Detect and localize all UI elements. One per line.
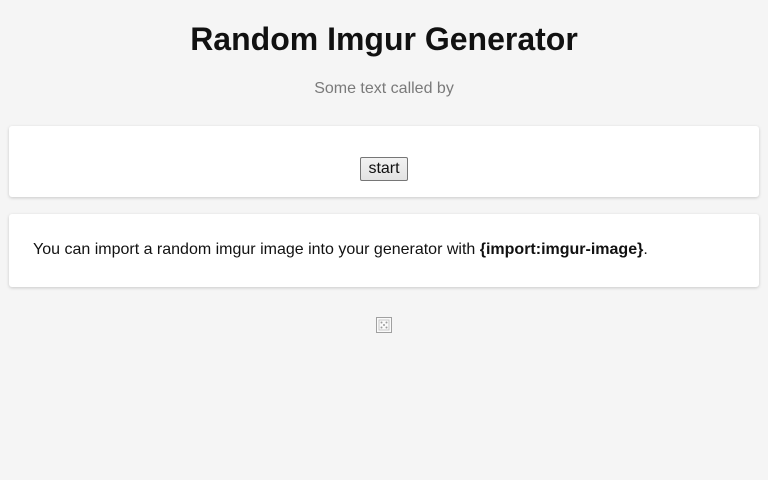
broken-image-icon (376, 317, 392, 333)
start-panel: start (9, 126, 759, 197)
info-panel: You can import a random imgur image into… (9, 214, 759, 287)
info-text-suffix: . (643, 241, 648, 258)
info-text: You can import a random imgur image into… (33, 240, 648, 260)
page-title: Random Imgur Generator (190, 21, 578, 57)
start-button[interactable]: start (360, 157, 408, 181)
info-text-prefix: You can import a random imgur image into… (33, 241, 480, 258)
page-subtitle: Some text called by (314, 80, 454, 97)
import-code: {import:imgur-image} (479, 241, 644, 258)
